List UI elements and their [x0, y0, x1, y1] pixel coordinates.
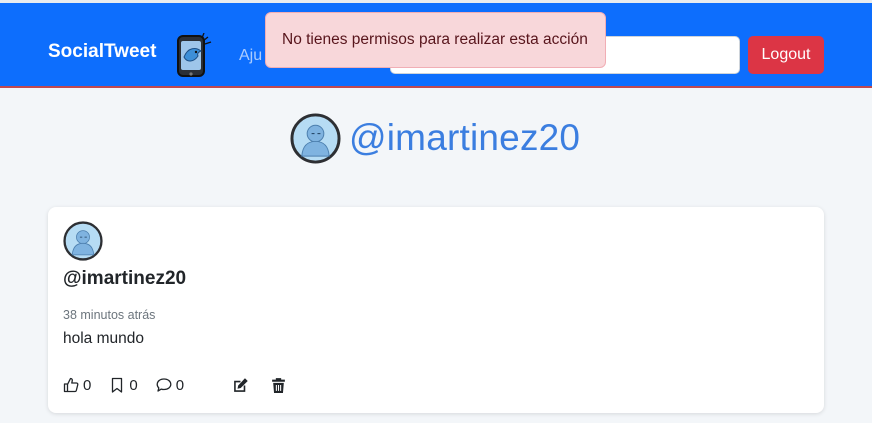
comment-icon: [156, 378, 172, 392]
profile-username: @imartinez20: [349, 117, 581, 158]
like-count: 0: [83, 376, 92, 394]
trash-icon: [272, 377, 285, 393]
like-button[interactable]: 0: [63, 377, 91, 394]
bookmark-icon: [112, 377, 123, 393]
save-count: 0: [129, 376, 138, 394]
delete-button[interactable]: [270, 376, 288, 394]
permission-alert: No tienes permisos para realizar esta ac…: [265, 12, 606, 68]
edit-button[interactable]: [232, 376, 250, 394]
thumbs-up-icon: [63, 377, 79, 393]
brand-name[interactable]: SocialTweet: [48, 41, 156, 63]
alert-message: No tienes permisos para realizar esta ac…: [282, 31, 588, 48]
avatar[interactable]: [63, 221, 103, 261]
save-button[interactable]: 0: [109, 376, 138, 394]
post-username[interactable]: @imartinez20: [63, 268, 186, 290]
logout-button[interactable]: Logout: [748, 36, 824, 74]
post-card: @imartinez20 38 minutos atrás hola mundo…: [48, 207, 824, 413]
post-text: hola mundo: [63, 330, 145, 347]
comment-button[interactable]: 0: [156, 377, 184, 394]
profile-header: @imartinez20: [290, 112, 580, 164]
edit-icon: [234, 377, 248, 392]
post-actions: 0 0 0: [63, 376, 308, 394]
nav-link[interactable]: Aju: [239, 47, 262, 65]
avatar[interactable]: [290, 112, 341, 164]
phone-bird-icon[interactable]: [174, 33, 212, 79]
comment-count: 0: [175, 376, 185, 394]
post-timestamp: 38 minutos atrás: [63, 308, 156, 322]
